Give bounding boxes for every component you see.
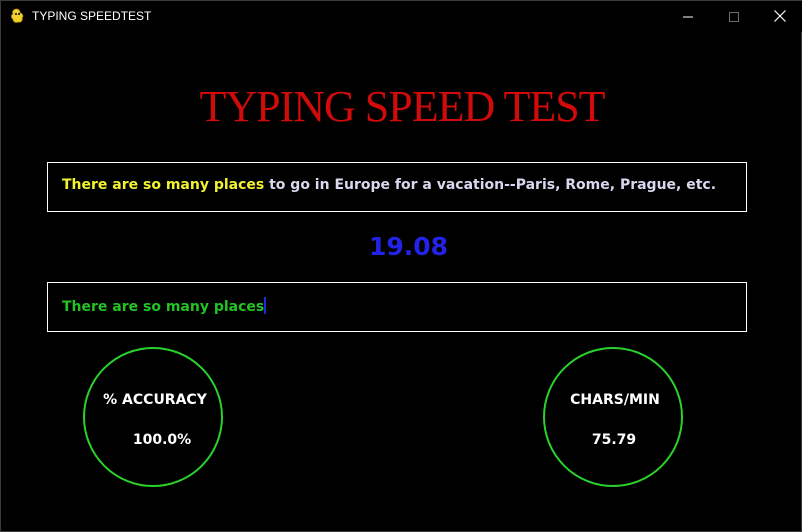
close-button[interactable]	[757, 1, 802, 32]
maximize-icon	[729, 7, 739, 26]
prompt-box: There are so many places to go in Europe…	[47, 162, 747, 212]
chars-per-minute-stat: CHARS/MIN 75.79	[543, 347, 683, 487]
accuracy-stat: % ACCURACY 100.0%	[83, 347, 223, 487]
cpm-label: CHARS/MIN	[570, 392, 660, 408]
minimize-icon	[683, 7, 693, 26]
prompt-typed-text: There are so many places	[62, 177, 265, 193]
window-title: TYPING SPEEDTEST	[32, 9, 152, 23]
typed-input-text: There are so many places	[62, 299, 265, 315]
prompt-remaining-text: to go in Europe for a vacation--Paris, R…	[264, 177, 717, 193]
app-window: TYPING SPEEDTEST TYPING SPEED TEST There…	[0, 0, 802, 532]
typing-input-content: There are so many places	[62, 297, 267, 315]
accuracy-value: 100.0%	[132, 432, 192, 448]
maximize-button[interactable]	[711, 1, 757, 32]
minimize-button[interactable]	[665, 1, 711, 32]
accuracy-label: % ACCURACY	[103, 392, 207, 408]
prompt-text: There are so many places to go in Europe…	[62, 177, 716, 193]
title-bar[interactable]: TYPING SPEEDTEST	[1, 1, 802, 32]
typing-input-field[interactable]: There are so many places	[47, 282, 747, 332]
page-title: TYPING SPEED TEST	[199, 82, 605, 131]
pygame-snake-icon	[9, 8, 25, 24]
close-icon	[774, 7, 786, 26]
cpm-value: 75.79	[591, 432, 637, 448]
text-cursor	[264, 297, 267, 314]
elapsed-timer: 19.08	[368, 232, 449, 261]
